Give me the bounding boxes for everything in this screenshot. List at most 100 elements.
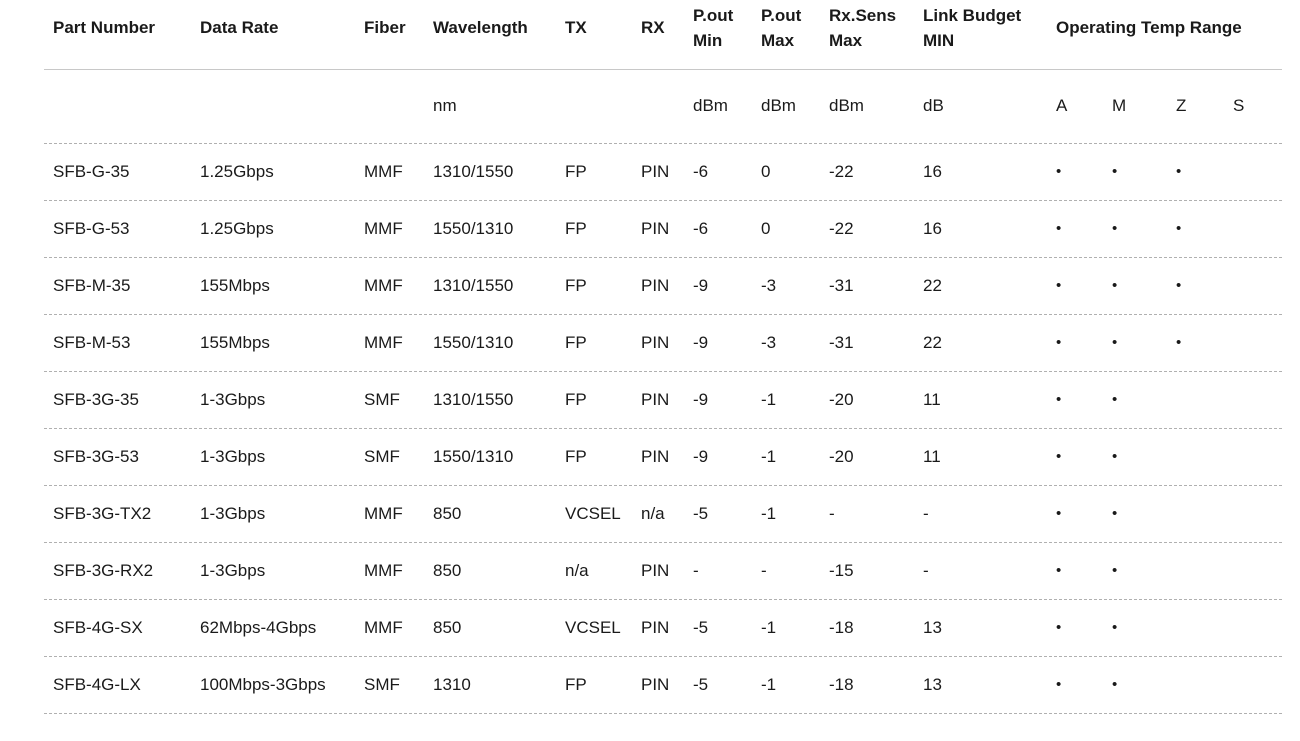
cell-fiber: SMF [364, 390, 400, 409]
cell-part-number: SFB-4G-LX [53, 675, 141, 694]
table-row: SFB-M-53 155Mbps MMF 1550/1310 FP PIN -9 -3 -31 2… [44, 315, 1282, 372]
cell-rx: PIN [641, 618, 670, 637]
cell-link-budget-min: 13 [923, 675, 942, 694]
cell-rx-sens-max: -31 [829, 333, 854, 352]
cell-wavelength: 1310 [433, 675, 471, 694]
cell-wavelength: 1550/1310 [433, 447, 514, 466]
header-rx-sens-max-line: Max [829, 31, 863, 50]
table-header-row: Part Number Data Rate Fiber Wavelength TX RX P… [44, 0, 1282, 70]
table-row: SFB-3G-TX2 1-3Gbps MMF 850 VCSEL n/a -5 -1 - - • • [44, 486, 1282, 543]
temp-unit-s: S [1233, 96, 1245, 115]
table-row: SFB-G-53 1.25Gbps MMF 1550/1310 FP PIN -6 0 -22 1… [44, 201, 1282, 258]
header-link-budget-min-line: MIN [923, 31, 955, 50]
cell-rx: PIN [641, 390, 670, 409]
cell-data-rate: 1-3Gbps [200, 504, 266, 523]
table-row: SFB-M-35 155Mbps MMF 1310/1550 FP PIN -9 -3 -31 2… [44, 258, 1282, 315]
cell-link-budget-min: 22 [923, 276, 942, 295]
cell-pout-max: -3 [761, 276, 777, 295]
table-body: SFB-G-35 1.25Gbps MMF 1310/1550 FP PIN -6 0 - 22 1… [44, 144, 1282, 714]
header-pout-min-line: P.out [693, 6, 734, 25]
cell-link-budget-min: 11 [923, 390, 941, 409]
cell-pout-min: -9 [693, 333, 709, 352]
cell-data-rate: 155Mbps [200, 276, 270, 295]
cell-fiber: SMF [364, 447, 400, 466]
temp-m-bullet: • [1112, 505, 1118, 522]
cell-wavelength: 850 [433, 618, 462, 637]
cell-rx-sens-max: -31 [829, 276, 854, 295]
unit-pout-max: dBm [761, 96, 796, 115]
header-pout-max: P.out Max [761, 3, 801, 53]
cell-rx-sens-max: -20 [829, 390, 854, 409]
cell-pout-min: -5 [693, 675, 709, 694]
cell-data-rate: 100Mbps-3Gbps [200, 675, 326, 694]
cell-data-rate: 1.25Gbps [200, 219, 274, 238]
cell-data-rate: 1-3Gbps [200, 447, 266, 466]
temp-z-bullet: • [1176, 334, 1182, 351]
cell-rx: PIN [641, 561, 670, 580]
temp-m-bullet: • [1112, 448, 1118, 465]
cell-fiber: MMF [364, 276, 403, 295]
cell-pout-min: - [693, 561, 699, 580]
temp-a-bullet: • [1056, 619, 1062, 636]
cell-part-number: SFB-G-35 [53, 162, 130, 181]
cell-rx: PIN [641, 447, 670, 466]
temp-m-bullet: • [1112, 676, 1118, 693]
temp-a-bullet: • [1056, 277, 1062, 294]
header-link-budget-min: Link Budget MIN [923, 3, 1021, 53]
cell-tx: FP [565, 162, 587, 181]
cell-rx: PIN [641, 675, 670, 694]
cell-link-budget-min: - [923, 504, 929, 523]
header-wavelength-line: Wavelength [433, 18, 528, 37]
cell-rx-sens-max: -18 [829, 675, 854, 694]
header-tx-line: TX [565, 18, 587, 37]
cell-part-number: SFB-M-53 [53, 333, 131, 352]
temp-m-bullet: • [1112, 562, 1118, 579]
temp-m-bullet: • [1112, 619, 1118, 636]
cell-wavelength: 1550/1310 [433, 219, 514, 238]
temp-z-bullet: • [1176, 163, 1182, 180]
header-part-number: Part Number [53, 15, 155, 40]
header-link-budget-min-line: Link Budget [923, 6, 1022, 25]
header-operating-temp-range: Operating Temp Range [1056, 18, 1242, 37]
cell-pout-max: -3 [761, 333, 777, 352]
header-rx-sens-max: Rx.Sens Max [829, 3, 896, 53]
cell-pout-max: -1 [761, 447, 777, 466]
cell-pout-max: -1 [761, 504, 777, 523]
table-row: SFB-G-35 1.25Gbps MMF 1310/1550 FP PIN -6 0 -22 1… [44, 144, 1282, 201]
cell-pout-min: -9 [693, 276, 709, 295]
cell-tx: FP [565, 219, 587, 238]
cell-link-budget-min: - [923, 561, 929, 580]
cell-link-budget-min: 16 [923, 219, 942, 238]
unit-rx-sens-max: dBm [829, 96, 864, 115]
header-fiber-line: Fiber [364, 18, 406, 37]
cell-pout-max: -1 [761, 675, 777, 694]
temp-z-bullet: • [1176, 277, 1182, 294]
cell-part-number: SFB-3G-RX2 [53, 561, 154, 580]
table-row: SFB-4G-LX 100Mbps-3Gbps SMF 1310 FP PIN -5 -1 -1… [44, 657, 1282, 714]
temp-a-bullet: • [1056, 334, 1062, 351]
cell-pout-max: - [761, 561, 767, 580]
cell-link-budget-min: 22 [923, 333, 942, 352]
cell-pout-max: 0 [761, 162, 771, 181]
temp-a-bullet: • [1056, 448, 1062, 465]
temp-a-bullet: • [1056, 505, 1062, 522]
cell-rx-sens-max: - [829, 504, 835, 523]
header-data-rate: Data Rate [200, 15, 278, 40]
cell-wavelength: 1310/1550 [433, 276, 514, 295]
cell-wavelength: 1550/1310 [433, 333, 514, 352]
cell-tx: n/a [565, 561, 589, 580]
cell-data-rate: 1-3Gbps [200, 561, 266, 580]
cell-wavelength: 1310/1550 [433, 162, 514, 181]
cell-part-number: SFB-4G-SX [53, 618, 143, 637]
cell-part-number: SFB-3G-TX2 [53, 504, 152, 523]
cell-part-number: SFB-3G-53 [53, 447, 139, 466]
cell-pout-min: -5 [693, 618, 709, 637]
header-pout-min: P.out Min [693, 3, 733, 53]
cell-pout-min: -6 [693, 219, 709, 238]
cell-tx: FP [565, 675, 587, 694]
temp-m-bullet: • [1112, 391, 1118, 408]
cell-fiber: MMF [364, 561, 403, 580]
header-pout-max-line: Max [761, 31, 795, 50]
temp-m-bullet: • [1112, 277, 1118, 294]
temp-unit-a: A [1056, 96, 1068, 115]
